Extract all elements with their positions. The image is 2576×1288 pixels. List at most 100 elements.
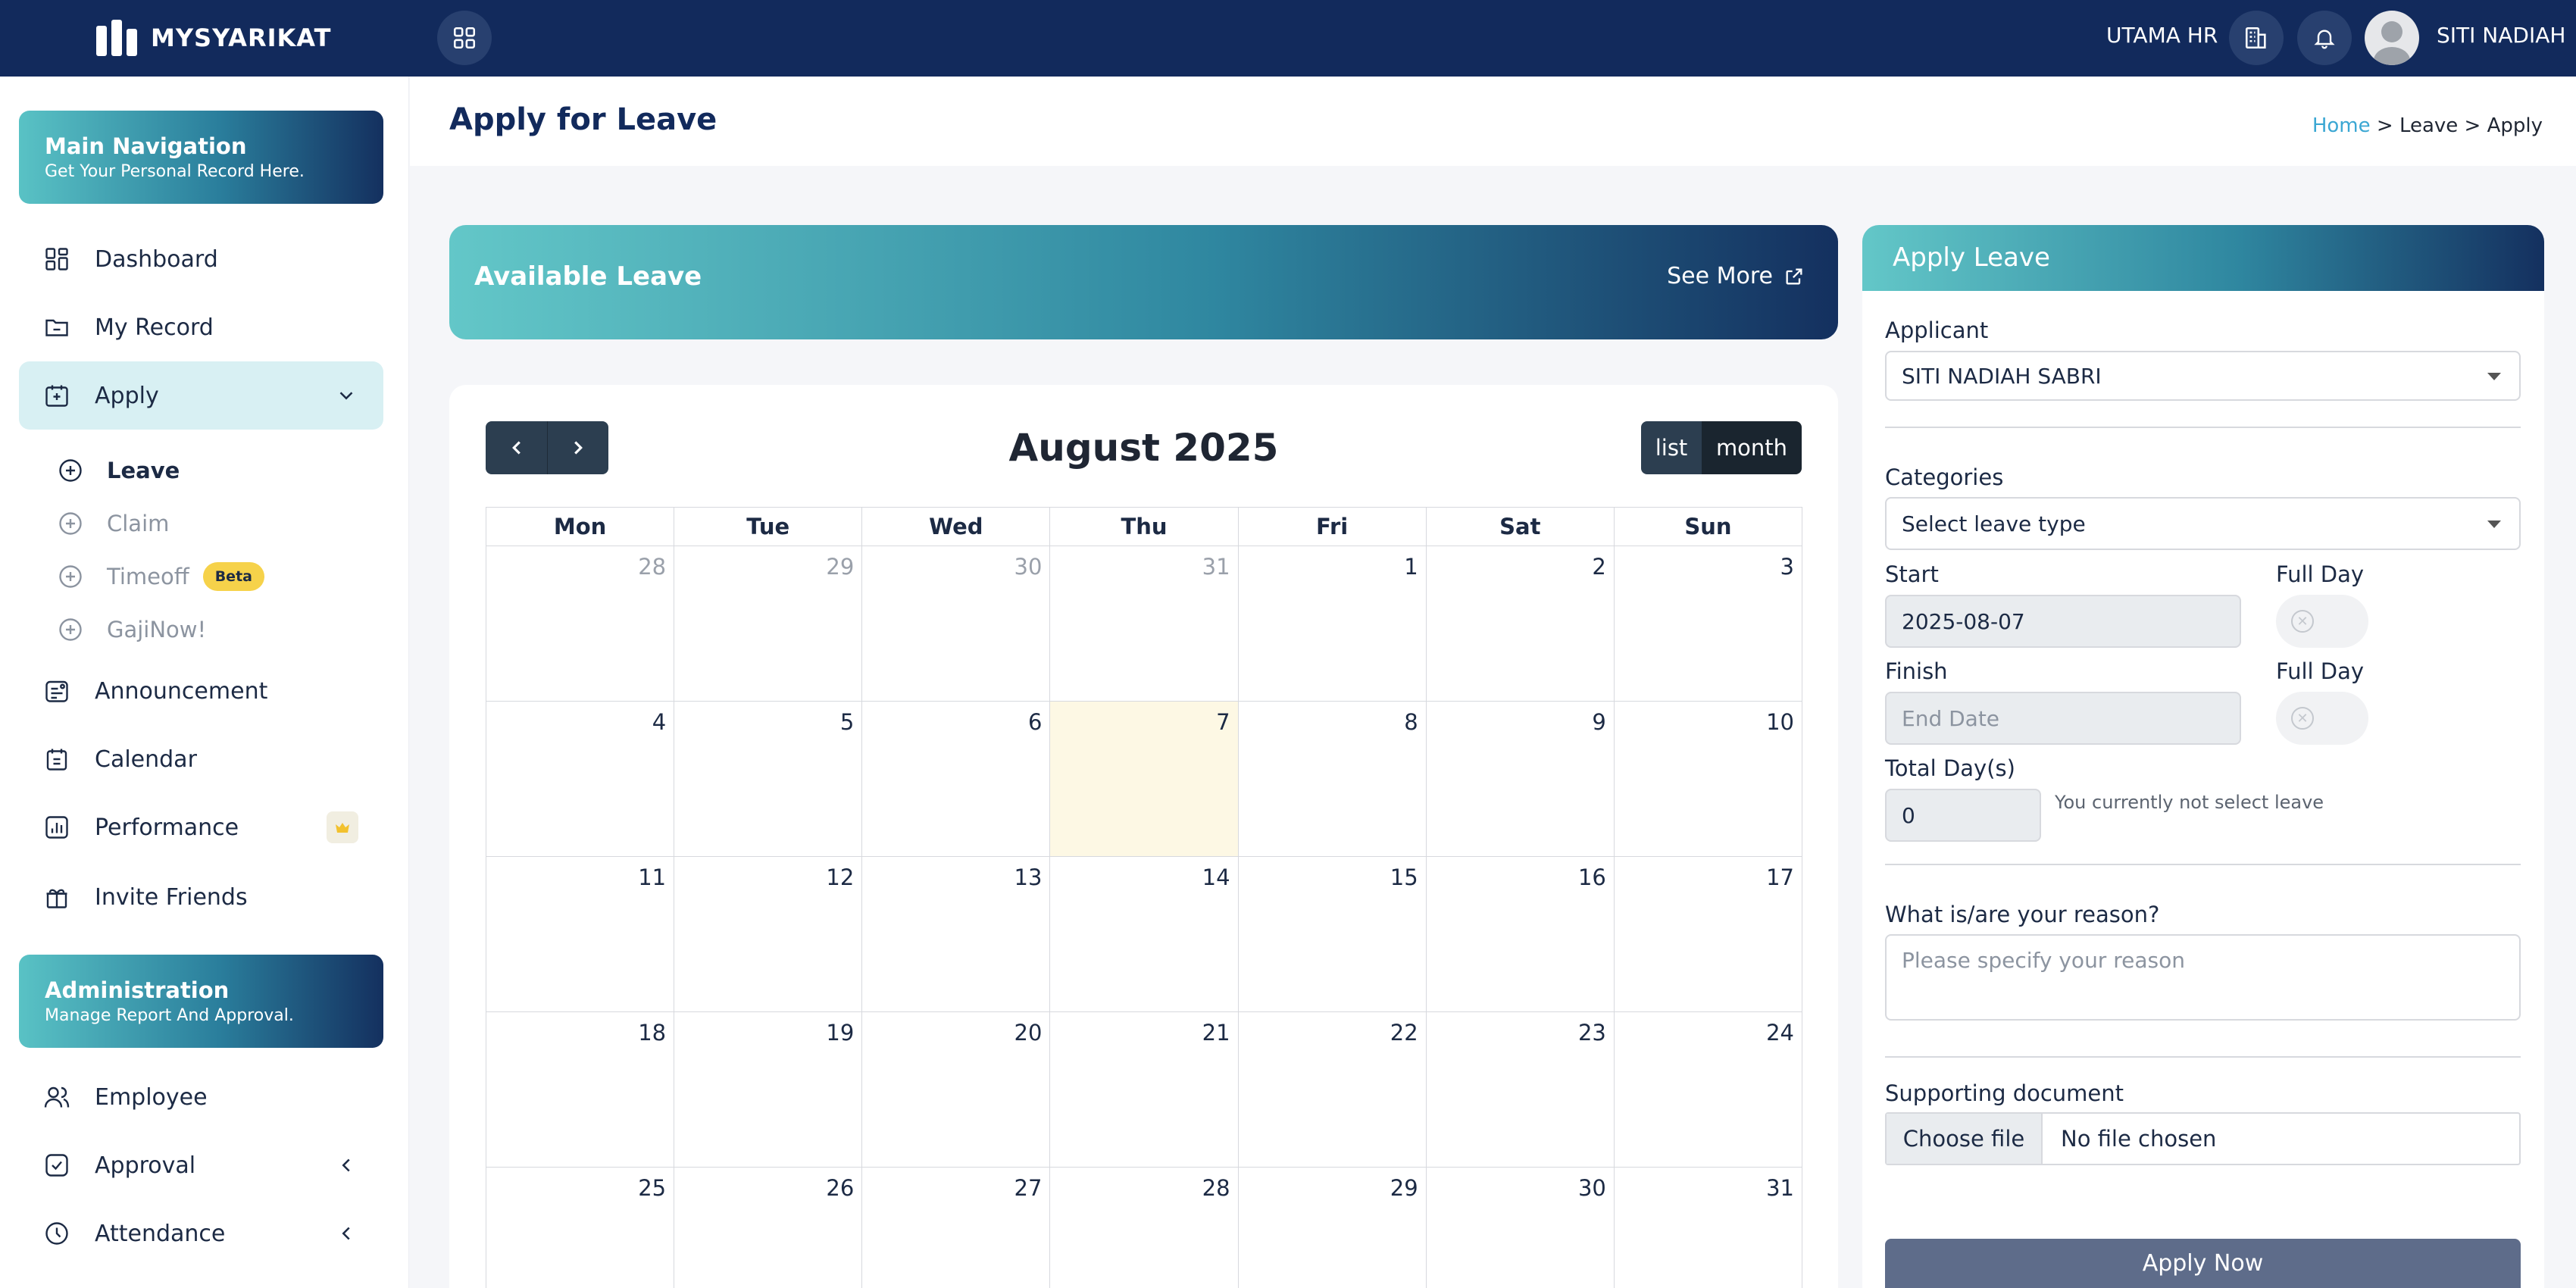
sidebar-subitem-label: GajiNow! [107,617,207,642]
sidebar-subitem-label: Claim [107,511,170,536]
month-view-button[interactable]: month [1702,421,1802,474]
day-number: 26 [826,1175,855,1201]
start-full-day-toggle[interactable]: ✕ [2276,595,2368,648]
calendar-day[interactable]: 13 [861,857,1050,1012]
calendar-day[interactable]: 5 [674,702,862,857]
calendar-day[interactable]: 16 [1425,857,1614,1012]
sidebar-subitem-timeoff[interactable]: Timeoff Beta [57,554,264,599]
breadcrumb-home-link[interactable]: Home [2312,114,2371,137]
calendar-week-row: 18 19 20 21 22 23 24 [486,1012,1802,1168]
calendar-day[interactable]: 30 [1425,1168,1614,1288]
calendar-day[interactable]: 1 [1237,546,1426,702]
calendar-day[interactable]: 27 [861,1168,1049,1288]
sidebar-item-my-record[interactable]: My Record [19,293,383,361]
day-number: 2 [1592,554,1606,580]
calendar-day[interactable]: 6 [861,702,1050,857]
calendar-day[interactable]: 29 [1237,1168,1426,1288]
apply-leave-title: Apply Leave [1862,225,2544,291]
calendar-day[interactable]: 31 [1613,1168,1802,1288]
calendar-day[interactable]: 3 [1613,546,1802,702]
day-number: 12 [826,864,855,890]
clock-icon [42,1218,72,1249]
choose-file-button[interactable]: Choose file [1887,1114,2043,1164]
sidebar-item-label: Performance [95,814,239,841]
company-switch-button[interactable] [2229,11,2284,65]
applicant-select[interactable]: SITI NADIAH SABRI [1885,351,2521,401]
calendar-day[interactable]: 18 [486,1012,674,1168]
calendar-day[interactable]: 11 [486,857,674,1012]
sidebar-subitem-claim[interactable]: Claim [57,501,169,546]
calendar-day[interactable]: 29 [674,546,862,702]
total-days-input[interactable]: 0 [1885,789,2041,842]
grid-icon [453,27,476,49]
day-number: 3 [1780,554,1794,580]
sidebar-item-calendar[interactable]: Calendar [19,725,383,793]
calendar-day[interactable]: 25 [486,1168,674,1288]
sidebar-item-attendance[interactable]: Attendance [19,1199,383,1268]
see-more-link[interactable]: See More [1667,263,1805,289]
sidebar-item-dashboard[interactable]: Dashboard [19,225,383,293]
sidebar-item-announcement[interactable]: Announcement [19,657,383,725]
sidebar-item-invite-friends[interactable]: Invite Friends [19,863,383,931]
list-view-button[interactable]: list [1641,421,1702,474]
user-avatar-icon [2374,21,2410,65]
x-circle-icon: ✕ [2291,610,2314,633]
file-input[interactable]: Choose file No file chosen [1885,1112,2521,1165]
sidebar-subitem-gajinow[interactable]: GajiNow! [57,607,206,652]
calendar-day[interactable]: 9 [1425,702,1614,857]
avatar[interactable] [2365,11,2419,65]
calendar-day[interactable]: 28 [486,546,674,702]
calendar-day[interactable]: 2 [1425,546,1614,702]
calendar-day[interactable]: 17 [1613,857,1802,1012]
calendar-day[interactable]: 23 [1425,1012,1614,1168]
calendar-day-today[interactable]: 7 [1049,702,1238,857]
calendar-day[interactable]: 22 [1237,1012,1426,1168]
calendar-day[interactable]: 4 [486,702,674,857]
calendar-grid: Mon Tue Wed Thu Fri Sat Sun 28 29 30 31 1 2 3 4 5 6 7 8 9 1… [486,507,1802,1288]
day-number: 13 [1014,864,1043,890]
sidebar-item-employee[interactable]: Employee [19,1063,383,1131]
calendar-day[interactable]: 20 [861,1012,1050,1168]
calendar-day[interactable]: 21 [1049,1012,1238,1168]
end-date-input[interactable]: End Date [1885,692,2241,745]
sidebar-item-performance[interactable]: Performance [19,793,383,861]
apply-leave-card: Apply Leave Applicant SITI NADIAH SABRI … [1862,225,2544,1288]
logo-icon [96,20,142,56]
start-label: Start [1885,561,1939,587]
day-number: 30 [1014,554,1043,580]
leave-type-select[interactable]: Select leave type [1885,497,2521,550]
calendar-day[interactable]: 19 [674,1012,862,1168]
notification-button[interactable] [2297,11,2352,65]
breadcrumb-trail: > Leave > Apply [2370,114,2543,137]
calendar-day[interactable]: 14 [1049,857,1238,1012]
reason-label: What is/are your reason? [1885,902,2160,927]
calendar-day[interactable]: 24 [1613,1012,1802,1168]
apps-grid-button[interactable] [437,11,492,65]
chevron-down-icon [339,392,353,400]
apply-now-button[interactable]: Apply Now [1885,1239,2521,1288]
calendar-day[interactable]: 26 [674,1168,861,1288]
start-date-input[interactable]: 2025-08-07 [1885,595,2241,648]
calendar-day[interactable]: 15 [1237,857,1426,1012]
sidebar-subitem-leave[interactable]: Leave [57,448,180,493]
brand-logo[interactable]: MYSYARIKAT [96,18,331,58]
user-name[interactable]: SITI NADIAH [2437,23,2565,48]
sidebar-item-apply[interactable]: Apply [19,361,383,430]
reason-textarea[interactable]: Please specify your reason [1885,934,2521,1021]
calendar-week-row: 25 26 27 28 29 30 31 [486,1168,1802,1288]
calendar-day[interactable]: 12 [674,857,862,1012]
x-circle-icon: ✕ [2291,707,2314,730]
day-number: 18 [638,1020,667,1046]
calendar-day[interactable]: 10 [1613,702,1802,857]
calendar-day[interactable]: 31 [1049,546,1238,702]
finish-full-day-toggle[interactable]: ✕ [2276,692,2368,745]
calendar-day[interactable]: 8 [1237,702,1426,857]
day-number: 31 [1202,554,1230,580]
day-number: 27 [1014,1175,1043,1201]
available-leave-title: Available Leave [474,261,702,292]
sidebar-item-approval[interactable]: Approval [19,1131,383,1199]
calendar-day[interactable]: 28 [1049,1168,1237,1288]
sidebar-item-label: Invite Friends [95,883,248,911]
calendar-day[interactable]: 30 [861,546,1050,702]
weekday-header: Mon [486,507,674,546]
